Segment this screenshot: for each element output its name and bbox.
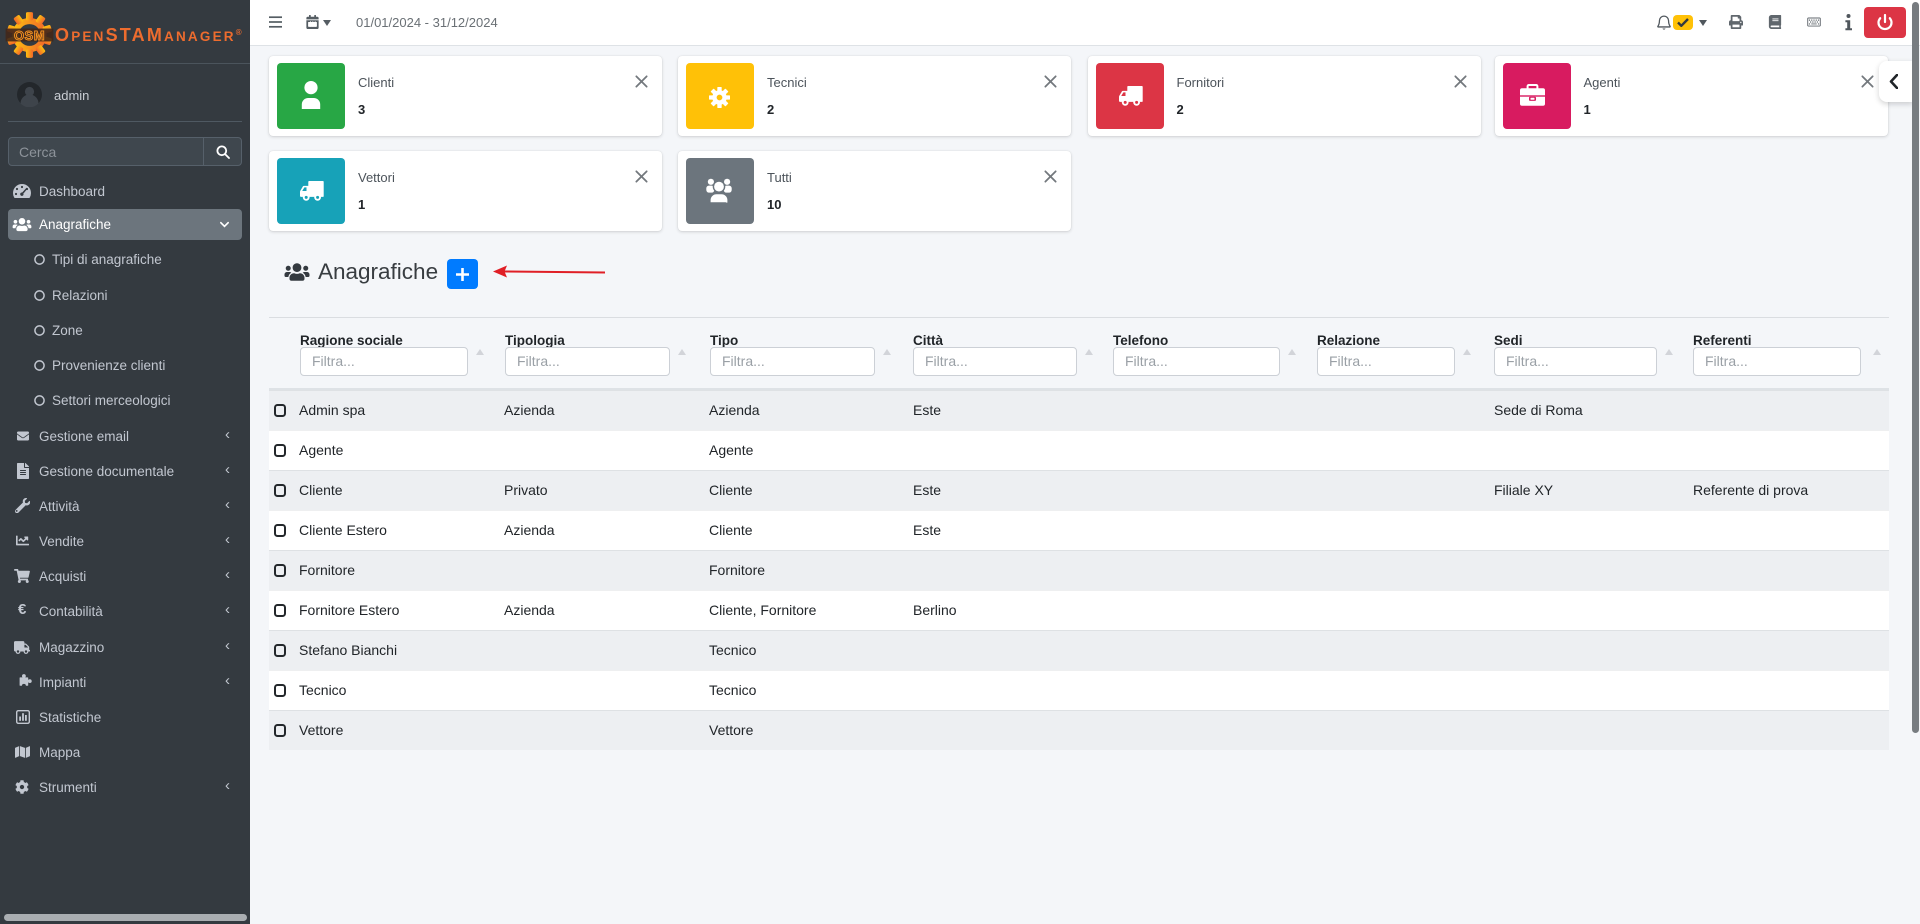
svg-text:OSM: OSM [14,28,45,43]
